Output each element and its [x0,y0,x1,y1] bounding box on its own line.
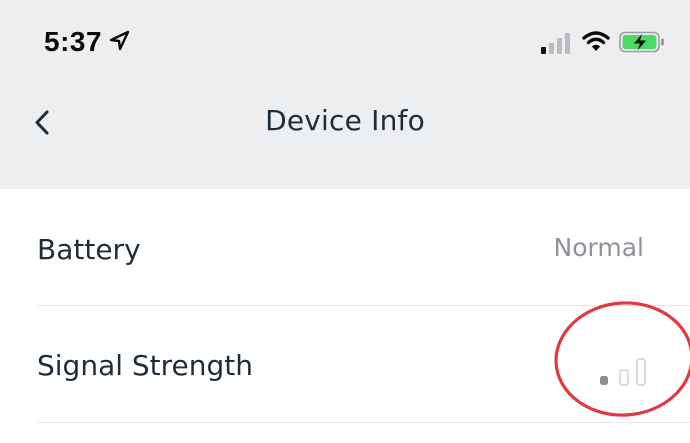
battery-value: Normal [553,233,644,262]
location-arrow-icon [109,30,130,51]
battery-label: Battery [37,233,141,266]
divider [37,422,690,423]
annotation-circle [554,301,690,417]
list-item-battery: Battery Normal [0,189,690,306]
device-info-screen: 5:37 Device Info Battery Normal Signal S… [0,0,690,443]
battery-charging-icon [619,31,664,53]
signal-strength-label: Signal Strength [37,349,254,382]
wifi-icon [582,31,610,51]
header: 5:37 Device Info [0,0,690,189]
page-title: Device Info [265,104,425,137]
cellular-signal-icon [541,33,570,54]
status-time: 5:37 [44,26,103,57]
